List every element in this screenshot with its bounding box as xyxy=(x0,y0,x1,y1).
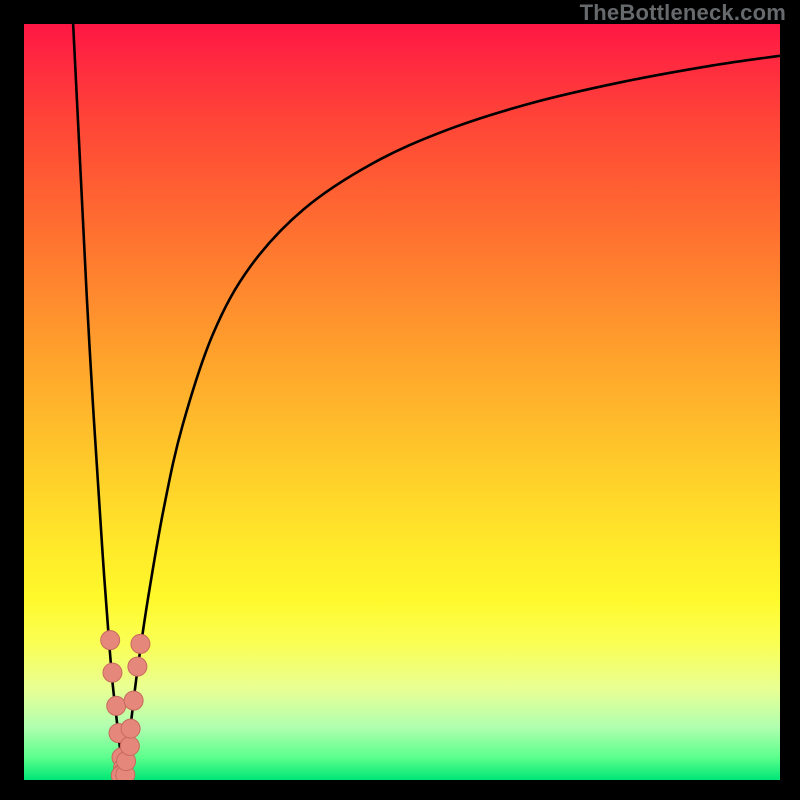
chart-frame: TheBottleneck.com xyxy=(0,0,800,800)
scatter-dot xyxy=(121,719,140,738)
scatter-dot xyxy=(101,631,120,650)
watermark-text: TheBottleneck.com xyxy=(580,0,786,26)
scatter-dot xyxy=(124,691,143,710)
scatter-dot xyxy=(128,657,147,676)
scatter-markers xyxy=(101,631,150,780)
scatter-dot xyxy=(103,663,122,682)
curve-right xyxy=(124,56,780,780)
plot-area xyxy=(24,24,780,780)
scatter-dot xyxy=(131,634,150,653)
scatter-dot xyxy=(120,736,139,755)
scatter-dot xyxy=(107,696,126,715)
plot-svg xyxy=(24,24,780,780)
